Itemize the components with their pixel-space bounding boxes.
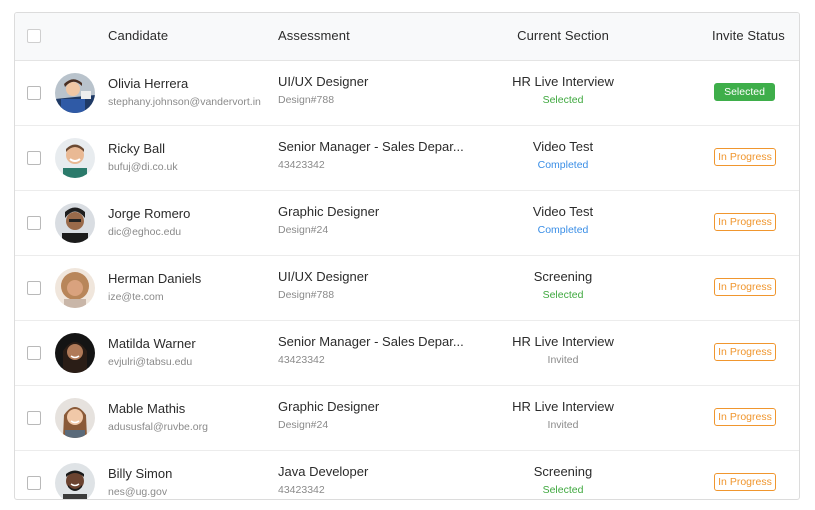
assessment-title: Graphic Designer <box>278 204 380 219</box>
avatar <box>55 268 95 308</box>
column-header-invite-status[interactable]: Invite Status <box>712 13 785 59</box>
row-checkbox[interactable] <box>27 86 41 100</box>
table-row[interactable]: Jorge Romero dic@eghoc.edu Graphic Desig… <box>15 191 799 256</box>
section-status: Selected <box>542 484 584 496</box>
candidates-table: Candidate Assessment Current Section Inv… <box>14 12 800 500</box>
table-header: Candidate Assessment Current Section Inv… <box>15 13 799 61</box>
assessment-id: Design#788 <box>278 289 335 301</box>
column-header-assessment[interactable]: Assessment <box>278 13 350 59</box>
avatar <box>55 463 95 499</box>
row-checkbox[interactable] <box>27 346 41 360</box>
section-status: Invited <box>547 419 579 431</box>
avatar <box>55 203 95 243</box>
invite-status-badge: In Progress <box>714 473 776 491</box>
assessment-id: 43423342 <box>278 484 325 496</box>
candidate-name: Billy Simon <box>108 466 173 481</box>
current-section: Video Test <box>532 204 594 219</box>
candidate-name: Mable Mathis <box>108 401 186 416</box>
row-checkbox[interactable] <box>27 216 41 230</box>
candidate-name: Ricky Ball <box>108 141 166 156</box>
assessment-id: Design#788 <box>278 94 335 106</box>
candidate-name: Herman Daniels <box>108 271 202 286</box>
candidate-email: bufuj@di.co.uk <box>108 161 178 173</box>
assessment-id: 43423342 <box>278 354 325 366</box>
candidate-name: Jorge Romero <box>108 206 191 221</box>
invite-status-badge: In Progress <box>714 213 776 231</box>
section-status: Selected <box>542 289 584 301</box>
current-section: HR Live Interview <box>512 334 614 349</box>
table-row[interactable]: Billy Simon nes@ug.gov Java Developer 43… <box>15 451 799 499</box>
candidate-name: Matilda Warner <box>108 336 196 351</box>
column-header-candidate[interactable]: Candidate <box>108 13 168 59</box>
candidate-email: nes@ug.gov <box>108 486 168 498</box>
avatar <box>55 333 95 373</box>
table-row[interactable]: Ricky Ball bufuj@di.co.uk Senior Manager… <box>15 126 799 191</box>
invite-status-badge: Selected <box>714 83 775 101</box>
candidate-email: dic@eghoc.edu <box>108 226 182 238</box>
candidate-email: stephany.johnson@vandervort.in <box>108 96 261 108</box>
candidate-email: ize@te.com <box>108 291 164 303</box>
row-checkbox[interactable] <box>27 476 41 490</box>
assessment-title: UI/UX Designer <box>278 269 369 284</box>
current-section: HR Live Interview <box>512 399 614 414</box>
current-section: Video Test <box>532 139 594 154</box>
avatar <box>55 398 95 438</box>
table-row[interactable]: Matilda Warner evjulri@tabsu.edu Senior … <box>15 321 799 386</box>
table-row[interactable]: Herman Daniels ize@te.com UI/UX Designer… <box>15 256 799 321</box>
column-header-current-section[interactable]: Current Section <box>463 13 663 59</box>
avatar <box>55 138 95 178</box>
assessment-title: UI/UX Designer <box>278 74 369 89</box>
invite-status-badge: In Progress <box>714 148 776 166</box>
assessment-title: Java Developer <box>278 464 369 479</box>
assessment-id: Design#24 <box>278 419 329 431</box>
invite-status-badge: In Progress <box>714 343 776 361</box>
assessment-title: Senior Manager - Sales Depar... <box>278 334 464 349</box>
candidate-name: Olivia Herrera <box>108 76 189 91</box>
assessment-title: Senior Manager - Sales Depar... <box>278 139 464 154</box>
row-checkbox[interactable] <box>27 151 41 165</box>
current-section: HR Live Interview <box>512 74 614 89</box>
current-section: Screening <box>533 269 593 284</box>
table-row[interactable]: Mable Mathis adususfal@ruvbe.org Graphic… <box>15 386 799 451</box>
candidate-email: evjulri@tabsu.edu <box>108 356 193 368</box>
candidate-email: adususfal@ruvbe.org <box>108 421 208 433</box>
current-section: Screening <box>533 464 593 479</box>
section-status: Completed <box>537 224 589 236</box>
assessment-title: Graphic Designer <box>278 399 380 414</box>
section-status: Completed <box>537 159 589 171</box>
invite-status-badge: In Progress <box>714 408 776 426</box>
section-status: Selected <box>542 94 584 106</box>
assessment-id: 43423342 <box>278 159 325 171</box>
table-row[interactable]: Olivia Herrera stephany.johnson@vandervo… <box>15 61 799 126</box>
invite-status-badge: In Progress <box>714 278 776 296</box>
select-all-checkbox[interactable] <box>27 29 41 43</box>
row-checkbox[interactable] <box>27 411 41 425</box>
avatar <box>55 73 95 113</box>
assessment-id: Design#24 <box>278 224 329 236</box>
section-status: Invited <box>547 354 579 366</box>
row-checkbox[interactable] <box>27 281 41 295</box>
